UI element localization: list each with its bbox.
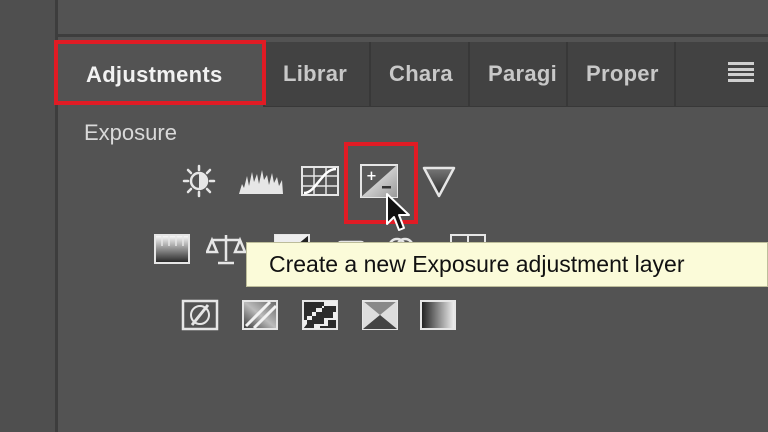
dock-divider: [55, 0, 58, 432]
tab-properties-label: Proper: [586, 61, 659, 86]
hue-saturation-icon[interactable]: [152, 232, 192, 266]
svg-text:+: +: [366, 169, 377, 184]
tooltip-text: Create a new Exposure adjustment layer: [269, 251, 685, 277]
color-balance-icon[interactable]: [206, 232, 246, 266]
tab-adjustments-label: Adjustments: [86, 61, 223, 87]
tab-adjustments[interactable]: Adjustments: [62, 42, 265, 107]
tab-character-label: Chara: [389, 61, 453, 86]
tab-paragraph-label: Paragi: [488, 61, 558, 86]
gradient-map-icon[interactable]: [418, 298, 458, 332]
adjustments-panel: Adjustments Librar Chara Paragi Proper E…: [54, 40, 768, 432]
panel-menu-icon[interactable]: [728, 62, 754, 82]
tab-properties[interactable]: Proper: [568, 42, 676, 106]
vibrance-icon[interactable]: [422, 164, 456, 198]
tab-libraries-label: Librar: [283, 61, 348, 86]
threshold-icon[interactable]: [300, 298, 340, 332]
left-dock-strip: [0, 0, 55, 432]
curves-icon[interactable]: [300, 164, 340, 198]
tooltip: Create a new Exposure adjustment layer: [246, 242, 768, 287]
mouse-pointer-icon: [385, 192, 413, 239]
panel-tab-bar: Adjustments Librar Chara Paragi Proper: [62, 42, 768, 107]
tab-character[interactable]: Chara: [371, 42, 470, 106]
tab-libraries[interactable]: Librar: [265, 42, 371, 106]
brightness-contrast-icon[interactable]: [182, 164, 216, 198]
section-title: Exposure: [84, 120, 177, 145]
levels-icon[interactable]: [238, 164, 284, 198]
selective-color-icon[interactable]: [360, 298, 400, 332]
panel-divider: [55, 34, 768, 37]
posterize-icon[interactable]: [240, 298, 280, 332]
invert-icon[interactable]: [180, 298, 220, 332]
tab-paragraph[interactable]: Paragi: [470, 42, 568, 106]
